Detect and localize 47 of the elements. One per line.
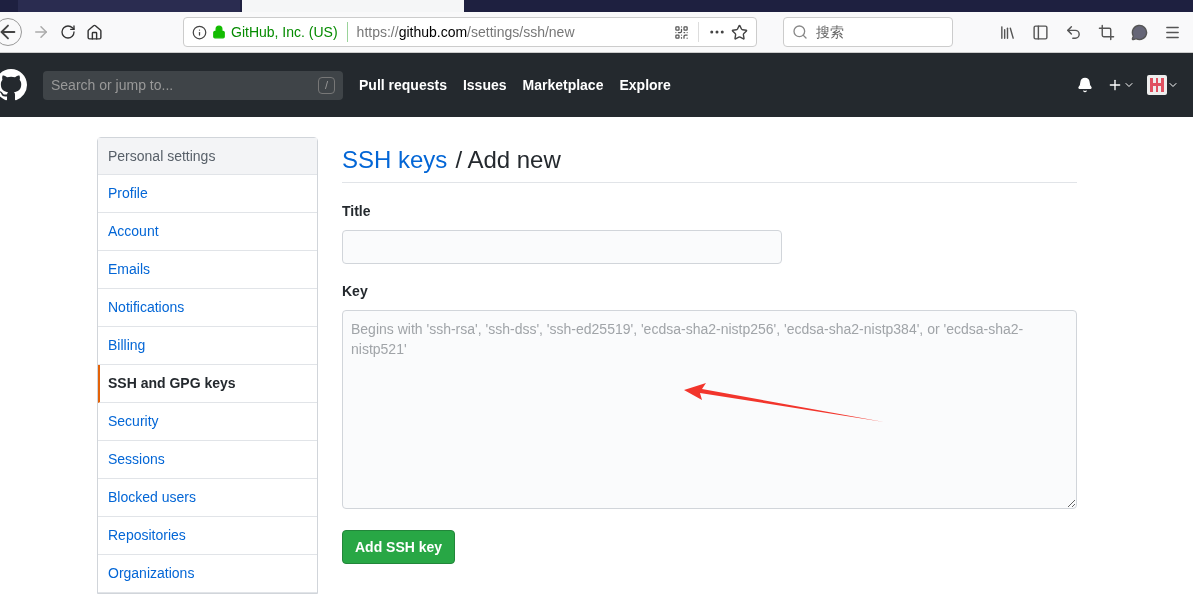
home-icon[interactable]	[86, 23, 103, 41]
library-icon[interactable]	[999, 23, 1016, 41]
search-field[interactable]: 搜索	[783, 17, 953, 47]
qr-code-icon[interactable]	[674, 24, 689, 40]
title-input-field[interactable]	[342, 230, 782, 264]
sidebar-item[interactable]: Notifications	[98, 289, 317, 327]
nav-link[interactable]: Explore	[619, 74, 671, 96]
sidebar-heading: Personal settings	[98, 138, 317, 175]
plus-icon	[1107, 77, 1123, 93]
nav-link[interactable]: Marketplace	[522, 74, 604, 96]
sidebar-item[interactable]: Emails	[98, 251, 317, 289]
slash-key: /	[318, 76, 335, 94]
ssh-keys-link[interactable]: SSH keys	[342, 141, 448, 178]
sidebar-item[interactable]: Blocked users	[98, 479, 317, 517]
bookmark-star-icon[interactable]	[731, 23, 748, 41]
chat-icon[interactable]	[1131, 23, 1148, 41]
page-title: / Add new	[455, 144, 561, 175]
nav-link[interactable]: Issues	[462, 74, 507, 96]
sidebar-item[interactable]: Billing	[98, 327, 317, 365]
sidebar-item[interactable]: Organizations	[98, 555, 317, 593]
crop-icon[interactable]	[1098, 23, 1115, 41]
sidebar-item[interactable]: SSH and GPG keys	[98, 365, 317, 403]
sidebar-item[interactable]: Sessions	[98, 441, 317, 479]
avatar-icon	[1147, 75, 1167, 95]
key-label: Key	[342, 282, 369, 301]
sidebar-item[interactable]: Repositories	[98, 517, 317, 555]
undo-icon[interactable]	[1065, 23, 1082, 41]
notification-bell-icon[interactable]	[1077, 77, 1093, 93]
url-bar[interactable]: GitHub, Inc. (US) https://github.com/settings/ssh/new	[183, 17, 757, 47]
add-ssh-key-button[interactable]: Add SSH key	[342, 530, 456, 564]
create-new-button[interactable]	[1107, 77, 1135, 93]
sidebar-item[interactable]: Account	[98, 213, 317, 251]
nav-link[interactable]: Pull requests	[359, 74, 447, 96]
sidebar-item[interactable]: Profile	[98, 175, 317, 213]
lock-icon	[212, 25, 226, 39]
reload-icon[interactable]	[60, 24, 76, 40]
profile-menu-button[interactable]	[1147, 75, 1179, 95]
site-search-field[interactable]: Search or jump to... /	[43, 70, 343, 100]
sidebar-item[interactable]: Security	[98, 403, 317, 441]
sidebar-icon[interactable]	[1032, 23, 1049, 41]
site-identity: GitHub, Inc. (US)	[231, 22, 338, 42]
title-label: Title	[342, 202, 372, 221]
info-icon[interactable]	[192, 24, 207, 40]
octocat-logo-icon[interactable]	[0, 69, 27, 101]
key-text-area[interactable]: Begins with 'ssh-rsa', 'ssh-dss', 'ssh-ed25519', 'ecdsa-sha2-nistp256', 'ecdsa-sha2-nistp384', or 'ecdsa-sha2-nistp521'	[342, 310, 1077, 509]
search-icon	[792, 24, 808, 40]
url-text: https://github.com/settings/ssh/new	[356, 22, 575, 42]
